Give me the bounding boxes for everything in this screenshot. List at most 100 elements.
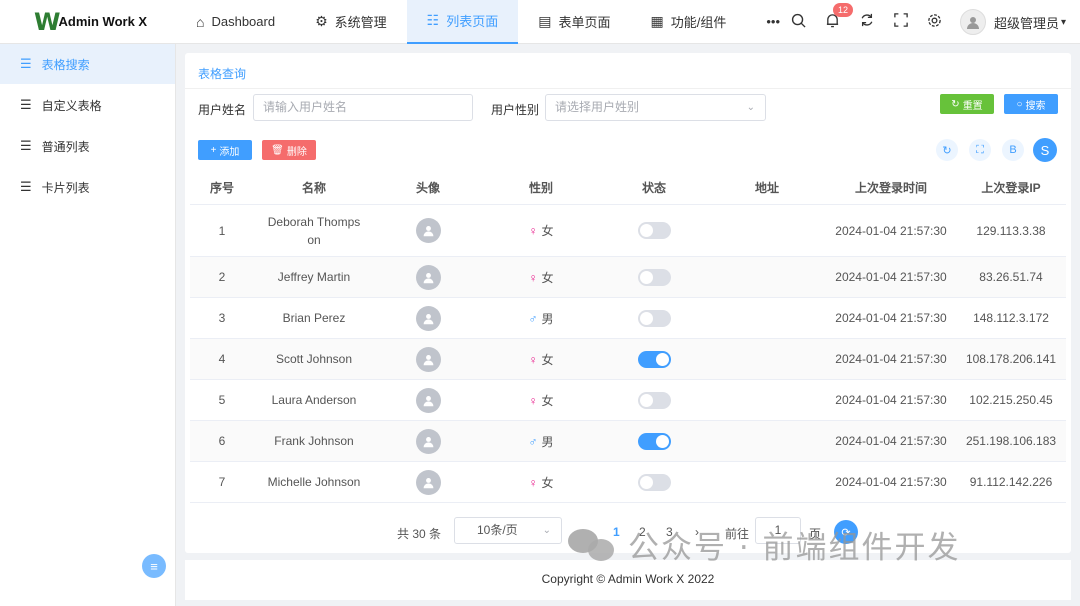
header-cell: 状态 [641,181,666,195]
table-row[interactable]: 4 Scott Johnson ♀ 女 2024-01-04 21:57:30 108.1… [190,339,1066,380]
status-switch[interactable] [637,222,671,239]
sex-text: 女 [541,393,554,408]
cell-last-login-time: 2024-01-04 21:57:30 [835,223,947,238]
table-row[interactable]: 5 Laura Anderson ♀ 女 2024-01-04 21:57:30 102.… [190,380,1066,421]
name-input[interactable]: 请输入用户姓名 [253,94,473,121]
sidebar-item-custom-table[interactable]: ☰ 自定义表格 [0,85,175,125]
sex-select[interactable]: 请选择用户姓别 ⌄ [545,94,766,121]
search-icon: ○ [1016,98,1023,110]
density-b-button[interactable]: B [1002,139,1024,161]
settings-gear-icon[interactable] [918,13,952,32]
search-button-label: 搜索 [1025,100,1046,112]
sidebar-item-label: 自定义表格 [41,98,102,113]
table-fullscreen-icon[interactable]: ⛶ [969,139,991,161]
page-size-select[interactable]: 10条/页 ⌄ [454,517,562,544]
cell-last-login-ip: 129.113.3.38 [976,223,1046,238]
sliders-icon: ☰ [20,97,32,112]
name-line: Brian Perez [282,311,346,325]
cell-name: Michelle Johnson [254,473,374,491]
cell-last-login-ip: 83.26.51.74 [979,270,1043,284]
trash-icon: 🗑 [271,144,284,156]
nav-form-page[interactable]: ▤ 表单页面 [518,0,630,44]
name-line: Jeffrey Martin [277,270,351,284]
search-button[interactable]: ○ 搜索 [1004,94,1058,114]
status-switch[interactable] [637,432,671,450]
delete-button-label: 删除 [286,146,307,158]
search-icon[interactable] [782,13,816,32]
brand-logo[interactable]: W Admin Work X [0,0,176,44]
cell-avatar [374,428,482,454]
status-switch[interactable] [637,350,671,368]
nav-list-page[interactable]: ☷ 列表页面 [406,0,519,44]
table-refresh-icon[interactable]: ↻ [936,139,958,161]
cell-last-login-time: 2024-01-04 21:57:30 [835,270,947,284]
cell-last-login-time: 2024-01-04 21:57:30 [835,393,947,407]
cell-no: 5 [218,393,226,407]
user-name[interactable]: 超级管理员 [994,13,1059,32]
fullscreen-icon[interactable] [884,13,918,31]
watermark-text: 公众号 · 前端组件开发 [628,529,961,566]
header-cell: 上次登录时间 [854,181,927,195]
form-icon: ▤ [538,13,552,29]
density-s-button[interactable]: S [1033,138,1057,162]
delete-button[interactable]: 🗑 删除 [262,140,316,160]
status-switch[interactable] [637,391,671,409]
name-line: Laura Anderson [271,393,357,407]
nav-label: 表单页面 [558,15,611,30]
cell-status [600,473,708,491]
sex-text: 女 [541,270,554,285]
home-icon: ⌂ [196,13,205,30]
sidebar-item-table-search[interactable]: ☰ 表格搜索 [0,44,175,84]
top-nav: ⌂ Dashboard ⚙ 系统管理 ☷ 列表页面 ▤ 表单页面 ▦ 功能/组件… [176,0,800,44]
table-row[interactable]: 1 Deborah Thomps on ♀ 女 2024-01-04 21:57:30 12… [190,205,1066,257]
sidebar-item-label: 卡片列表 [41,180,90,195]
add-button[interactable]: + 添加 [198,140,252,160]
sex-select-placeholder: 请选择用户姓别 [555,100,640,114]
table-body: 1 Deborah Thomps on ♀ 女 2024-01-04 21:57:30 12… [190,205,1066,503]
cell-avatar [374,218,482,243]
table-row[interactable]: 3 Brian Perez ♂ 男 2024-01-04 21:57:30 148.112… [190,298,1066,339]
status-switch[interactable] [637,268,671,286]
sidebar-item-card-list[interactable]: ☰ 卡片列表 [0,167,175,207]
user-dropdown-caret-icon[interactable]: ▾ [1061,17,1066,28]
table-row[interactable]: 2 Jeffrey Martin ♀ 女 2024-01-04 21:57:30 83.2… [190,257,1066,298]
name-line: on [307,232,321,247]
sidebar-item-normal-list[interactable]: ☰ 普通列表 [0,126,175,166]
sliders-icon: ☰ [20,179,32,194]
user-avatar-icon [415,428,441,454]
gear-icon: ⚙ [315,13,328,29]
cell-sex: ♂ 男 [482,433,600,450]
reset-button[interactable]: ↻ 重置 [940,94,994,114]
user-avatar-icon [415,264,441,290]
top-header: W Admin Work X ⌂ Dashboard ⚙ 系统管理 ☷ 列表页面… [0,0,1080,44]
cell-avatar [374,469,482,495]
table-query-card: 表格查询 用户姓名 请输入用户姓名 用户性别 请选择用户姓别 ⌄ ↻ 重置 ○ … [185,53,1071,553]
user-avatar[interactable] [959,9,986,35]
pagination-total: 共 30 条 [397,527,442,541]
card-title: 表格查询 [185,53,1071,89]
nav-dashboard[interactable]: ⌂ Dashboard [176,0,295,44]
refresh-icon[interactable] [850,13,884,31]
female-icon: ♀ [528,352,538,367]
table-row[interactable]: 6 Frank Johnson ♂ 男 2024-01-04 21:57:30 251.1… [190,421,1066,462]
status-switch[interactable] [637,309,671,327]
status-switch[interactable] [637,473,671,491]
cell-sex: ♀ 女 [482,222,600,239]
nav-system-management[interactable]: ⚙ 系统管理 [295,0,407,44]
female-icon: ♀ [528,475,538,490]
header-cell: 性别 [528,181,553,195]
cell-last-login-ip: 102.215.250.45 [969,393,1053,407]
bell-icon[interactable]: 12 [816,2,853,32]
table-row[interactable]: 7 Michelle Johnson ♀ 女 2024-01-04 21:57:30 91… [190,462,1066,503]
sliders-icon: ☰ [20,56,32,71]
male-icon: ♂ [528,434,538,449]
menu-fold-icon[interactable]: ≡ [142,554,166,578]
cell-name: Scott Johnson [254,350,374,368]
user-table: 序号 名称 头像 性别 状态 地址 上次登录时间 上次登录IP 1 Deborah… [190,171,1066,503]
cell-avatar [374,264,482,290]
cell-name: Deborah Thomps on [254,213,374,249]
nav-features[interactable]: ▦ 功能/组件 [630,0,746,44]
cell-sex: ♀ 女 [482,351,600,368]
sidebar: ☰ 表格搜索 ☰ 自定义表格 ☰ 普通列表 ☰ 卡片列表 ≡ [0,44,176,606]
female-icon: ♀ [528,270,538,285]
